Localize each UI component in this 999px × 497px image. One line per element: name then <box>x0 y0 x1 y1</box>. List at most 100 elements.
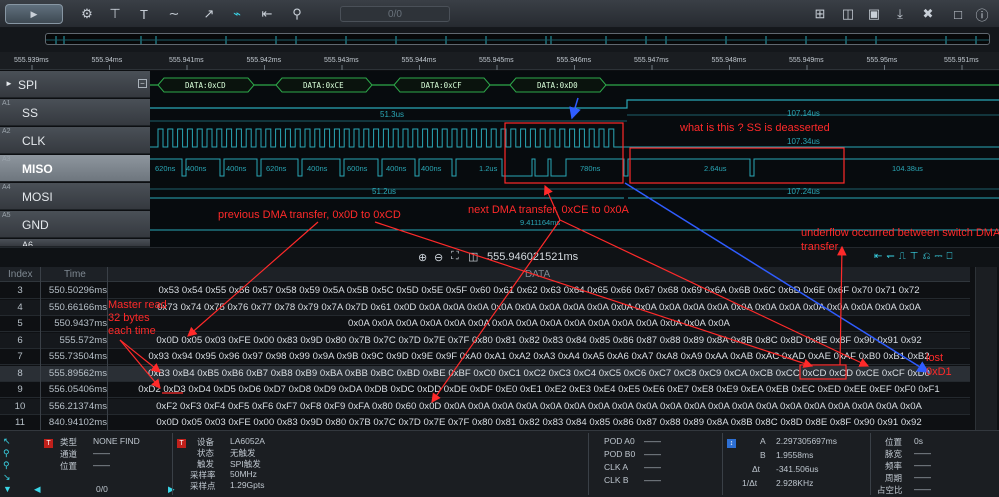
row-data: 0x73 0x74 0x75 0x76 0x77 0x78 0x79 0x7A … <box>157 301 921 313</box>
row-time: 550.50296ms <box>48 285 107 296</box>
zoom-in-icon[interactable]: ⊕ <box>418 251 427 264</box>
spi-packet-label: DATA:0xCF <box>421 81 462 90</box>
settings-icon[interactable]: ⚙ <box>76 4 98 24</box>
annotation-master-read-1: Master read <box>108 299 167 311</box>
download-icon[interactable]: ⤓ <box>890 4 910 24</box>
clk-a-label: CLK A <box>604 462 629 472</box>
row-data: 0x93 0x94 0x95 0x96 0x97 0x98 0x99 0x9A … <box>148 351 930 362</box>
channel-a6[interactable]: A6 <box>0 239 150 247</box>
miso-segment-label: 1.2us <box>479 164 498 173</box>
collapse-icon[interactable]: – <box>138 79 147 88</box>
clk-a-value: —— <box>644 462 661 472</box>
table-row[interactable]: 7 555.73504ms 0x93 0x94 0x95 0x96 0x97 0x9… <box>0 349 970 365</box>
channel-mosi[interactable]: A4 MOSI <box>0 183 150 210</box>
clk-b-label: CLK B <box>604 475 629 485</box>
row-time: 555.572ms <box>59 334 107 346</box>
delta-t-label: Δt <box>752 464 761 474</box>
import-icon[interactable]: ⊞ <box>810 4 830 24</box>
protocol-icon[interactable]: ∼ <box>163 4 185 24</box>
ss-measure-left: 51.3us <box>380 110 404 119</box>
channel-label: MOSI <box>22 190 53 204</box>
channel-label: CLK <box>22 134 46 148</box>
prev-page-icon[interactable]: ◀ <box>34 484 41 495</box>
capture-overview[interactable] <box>0 28 999 52</box>
table-row[interactable]: 11 840.94102ms 0x0D 0x05 0x03 0xFE 0x00 0x… <box>0 415 970 431</box>
mosi-measure-left: 51.2us <box>372 187 396 196</box>
zoom-bar: ⊕ ⊖ ⛶ ◫ 555.946021521ms ⇤↽⎍⊤⎌⎓⎕ <box>0 247 999 267</box>
clk-measure: 107.34us <box>787 137 820 146</box>
run-button[interactable]: ▶ <box>5 4 63 24</box>
measure-icon[interactable]: ⇤ <box>256 4 278 24</box>
pod-a0-label: POD A0 <box>604 436 635 446</box>
row-time: 555.73504ms <box>48 351 107 362</box>
row-index: 9 <box>17 384 23 395</box>
channel-miso[interactable]: A3 MISO <box>0 155 150 182</box>
annotation-master-read-3: each time <box>108 325 156 337</box>
export-icon[interactable]: ▣ <box>864 4 884 24</box>
channel-label: MISO <box>22 162 53 176</box>
col-time-header: Time <box>64 269 86 280</box>
ruler-tick-label: 555.943ms <box>324 57 359 64</box>
col-index-header: Index <box>8 269 33 280</box>
zoom-fit-icon[interactable]: ⛶ <box>451 250 459 263</box>
row-index: 11 <box>15 417 25 428</box>
channel-clk[interactable]: A2 CLK <box>0 127 150 154</box>
annotation-next-dma: next DMA transfer, 0xCE to 0x0A <box>468 204 629 216</box>
ruler-tick-label: 555.945ms <box>479 57 514 64</box>
row-data: 0x53 0x54 0x55 0x56 0x57 0x58 0x59 0x5A … <box>158 285 920 296</box>
page-counter: 0/0 <box>340 6 450 22</box>
zoom-window-icon[interactable]: ◫ <box>468 250 478 263</box>
text-cursor-icon[interactable]: T <box>133 4 155 24</box>
annotation-underflow-2: transfer <box>801 241 839 253</box>
gnd-measure: 9.411164ms <box>520 218 560 227</box>
channel-spi[interactable]: SPI ► – <box>0 71 150 98</box>
channel-label: 通道 <box>60 449 78 459</box>
miso-segment-label: 2.64us <box>704 164 727 173</box>
tools-icon[interactable]: ✖ <box>918 4 938 24</box>
help-icon[interactable]: ⓘ <box>972 4 992 24</box>
table-row[interactable]: 8 555.89562ms 0xB3 0xB4 0xB5 0xB6 0xB7 0xB… <box>0 365 970 382</box>
waveform-tool-icon[interactable]: ⌁ <box>226 4 248 24</box>
freq-label: 频率 <box>885 461 903 471</box>
table-row[interactable]: 9 556.05406ms 0xD2 0xD3 0xD4 0xD5 0xD6 0xD… <box>0 382 970 398</box>
window-icon[interactable]: □ <box>948 4 968 24</box>
position-value: —— <box>93 460 110 470</box>
time-ruler: 555.939ms 555.94ms 555.941ms 555.942ms 555.9… <box>0 52 999 70</box>
ruler-tick-label: 555.951ms <box>944 57 979 64</box>
device-badge: T <box>177 437 186 448</box>
ruler-tick-label: 555.941ms <box>169 57 204 64</box>
channel-gnd[interactable]: A5 GND <box>0 211 150 238</box>
row-index: 5 <box>17 318 23 329</box>
status-bar: ↖⚲⚲↘▼ T 类型 NONE FIND 通道 —— 位置 —— ◀ 0/0 ▶… <box>0 430 999 497</box>
zoom-out-icon[interactable]: ⊖ <box>434 251 443 264</box>
row-time: 550.66166ms <box>48 301 107 313</box>
annotation-previous-dma: previous DMA transfer, 0x0D to 0xCD <box>218 209 401 221</box>
row-index: 8 <box>17 367 23 379</box>
annotation-lost-1: lost <box>926 352 944 364</box>
play-icon: ▶ <box>30 8 38 19</box>
channel-label: SPI <box>18 78 38 92</box>
pulse-value: —— <box>914 448 931 458</box>
table-scrollbar[interactable] <box>975 267 997 430</box>
device-value: LA6052A <box>230 436 265 446</box>
channel-label: GND <box>22 218 49 232</box>
period-label: 周期 <box>885 473 903 483</box>
trigger-icon[interactable]: ⊤ <box>104 4 126 24</box>
cursor-time: 555.946021521ms <box>487 251 579 263</box>
channel-ss[interactable]: A1 SS <box>0 99 150 126</box>
table-row[interactable]: 10 556.21374ms 0xF2 0xF3 0xF4 0xF5 0xF6 0x… <box>0 398 970 415</box>
overview-scrollbar[interactable] <box>45 33 990 45</box>
annotation-ss-question: what is this ? SS is deasserted <box>680 122 830 134</box>
table-row[interactable]: 3 550.50296ms 0x53 0x54 0x55 0x56 0x57 0x5… <box>0 283 970 299</box>
spi-packet-label: DATA:0xCD <box>185 81 226 90</box>
row-time: 556.21374ms <box>48 400 107 412</box>
search-icon[interactable]: ⚲ <box>286 4 308 24</box>
overview-activity <box>46 36 989 44</box>
freq-value: —— <box>914 460 931 470</box>
edge-cursor-icon[interactable]: ↗ <box>198 4 220 24</box>
waveform-edge-icons[interactable]: ⇤↽⎍⊤⎌⎓⎕ <box>874 251 956 262</box>
mosi-measure-right: 107.24us <box>787 187 820 196</box>
ruler-tick-label: 555.949ms <box>789 57 824 64</box>
expand-arrow-icon[interactable]: ► <box>5 79 13 88</box>
folder-icon[interactable]: ◫ <box>838 4 858 24</box>
